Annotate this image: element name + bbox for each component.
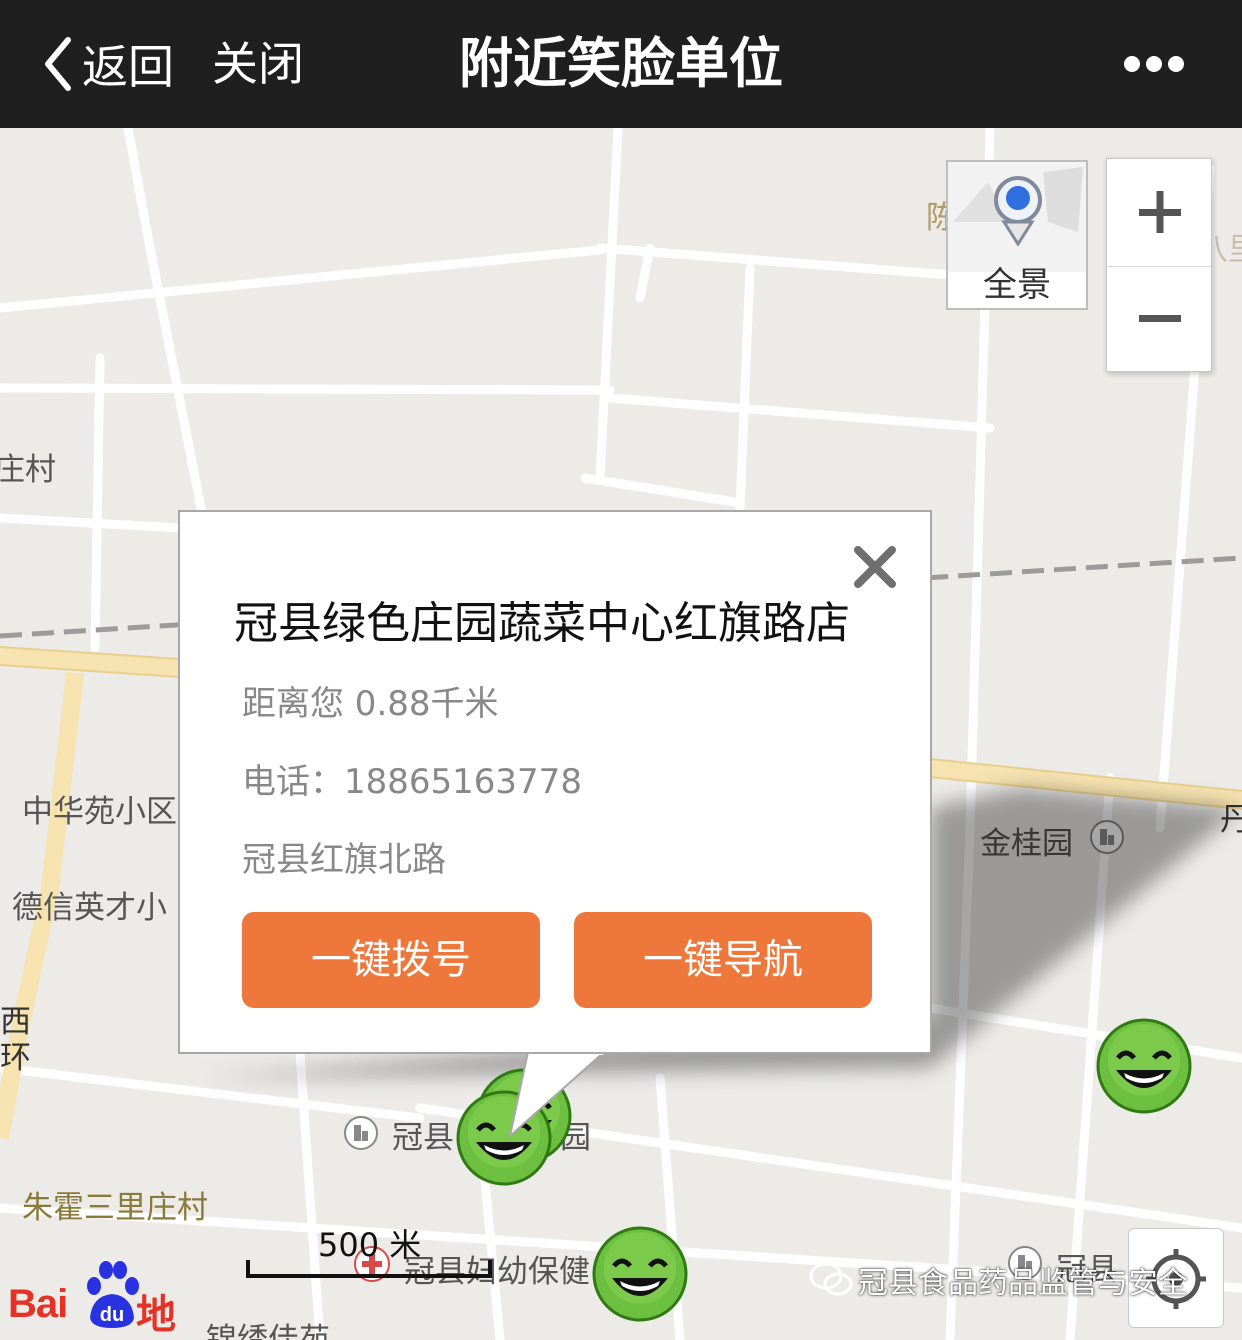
store-name: 冠县绿色庄园蔬菜中心红旗路店 (234, 598, 850, 649)
street-view-label: 全景 (983, 265, 1051, 305)
popup-pointer (508, 1052, 605, 1138)
map-view[interactable]: 庄村 陈 邢八里 中华苑小区 德信英才小 金桂园 丹 冠县 园 朱霍三里庄村 冠… (0, 128, 1242, 1340)
logo-bai-text: Bai (8, 1282, 68, 1326)
map-scale-bar (246, 1260, 492, 1278)
map-label-zhuhuo: 朱霍三里庄村 (22, 1190, 208, 1226)
street-view-button[interactable]: 全景 (946, 160, 1088, 310)
store-distance: 距离您 0.88千米 (242, 684, 499, 724)
street-view-icon (948, 162, 1086, 272)
dot-icon (1146, 56, 1162, 72)
top-navigation-bar: 返回 关闭 附近笑脸单位 (0, 0, 1242, 128)
account-watermark: 冠县食品药品监管与安全 (858, 1266, 1188, 1301)
map-label-zhonghua: 中华苑小区 (22, 794, 177, 830)
residential-icon (344, 1116, 378, 1150)
smiley-marker-icon[interactable] (1094, 1016, 1194, 1116)
logo-du-text: du (100, 1304, 124, 1326)
more-options-button[interactable] (1118, 44, 1190, 84)
smiley-marker-icon[interactable] (590, 1224, 690, 1324)
store-info-popup: 冠县绿色庄园蔬菜中心红旗路店 距离您 0.88千米 电话：18865163778… (178, 510, 932, 1054)
map-label-west-ring: 西环 (0, 1004, 31, 1076)
map-label-village: 庄村 (0, 452, 56, 488)
zoom-out-icon (1139, 315, 1181, 322)
navigate-button[interactable]: 一键导航 (574, 912, 872, 1008)
zoom-in-icon (1139, 191, 1181, 233)
logo-map-text: 地图 (136, 1292, 176, 1338)
baidu-paw-icon: du (87, 1261, 139, 1328)
map-label-jinxiu: 锦绣佳苑 (206, 1322, 330, 1340)
zoom-in-button[interactable] (1107, 159, 1211, 265)
store-phone: 电话：18865163778 (242, 762, 582, 802)
store-address: 冠县红旗北路 (242, 840, 446, 880)
wechat-icon (809, 1262, 853, 1296)
map-label-guanxian: 冠县 (392, 1120, 454, 1156)
dot-icon (1124, 56, 1140, 72)
zoom-control (1106, 158, 1212, 372)
call-button[interactable]: 一键拨号 (242, 912, 540, 1008)
dot-icon (1168, 56, 1184, 72)
zoom-out-button[interactable] (1107, 266, 1211, 373)
map-label-dexin: 德信英才小 (12, 890, 167, 926)
page-title: 附近笑脸单位 (459, 32, 783, 95)
